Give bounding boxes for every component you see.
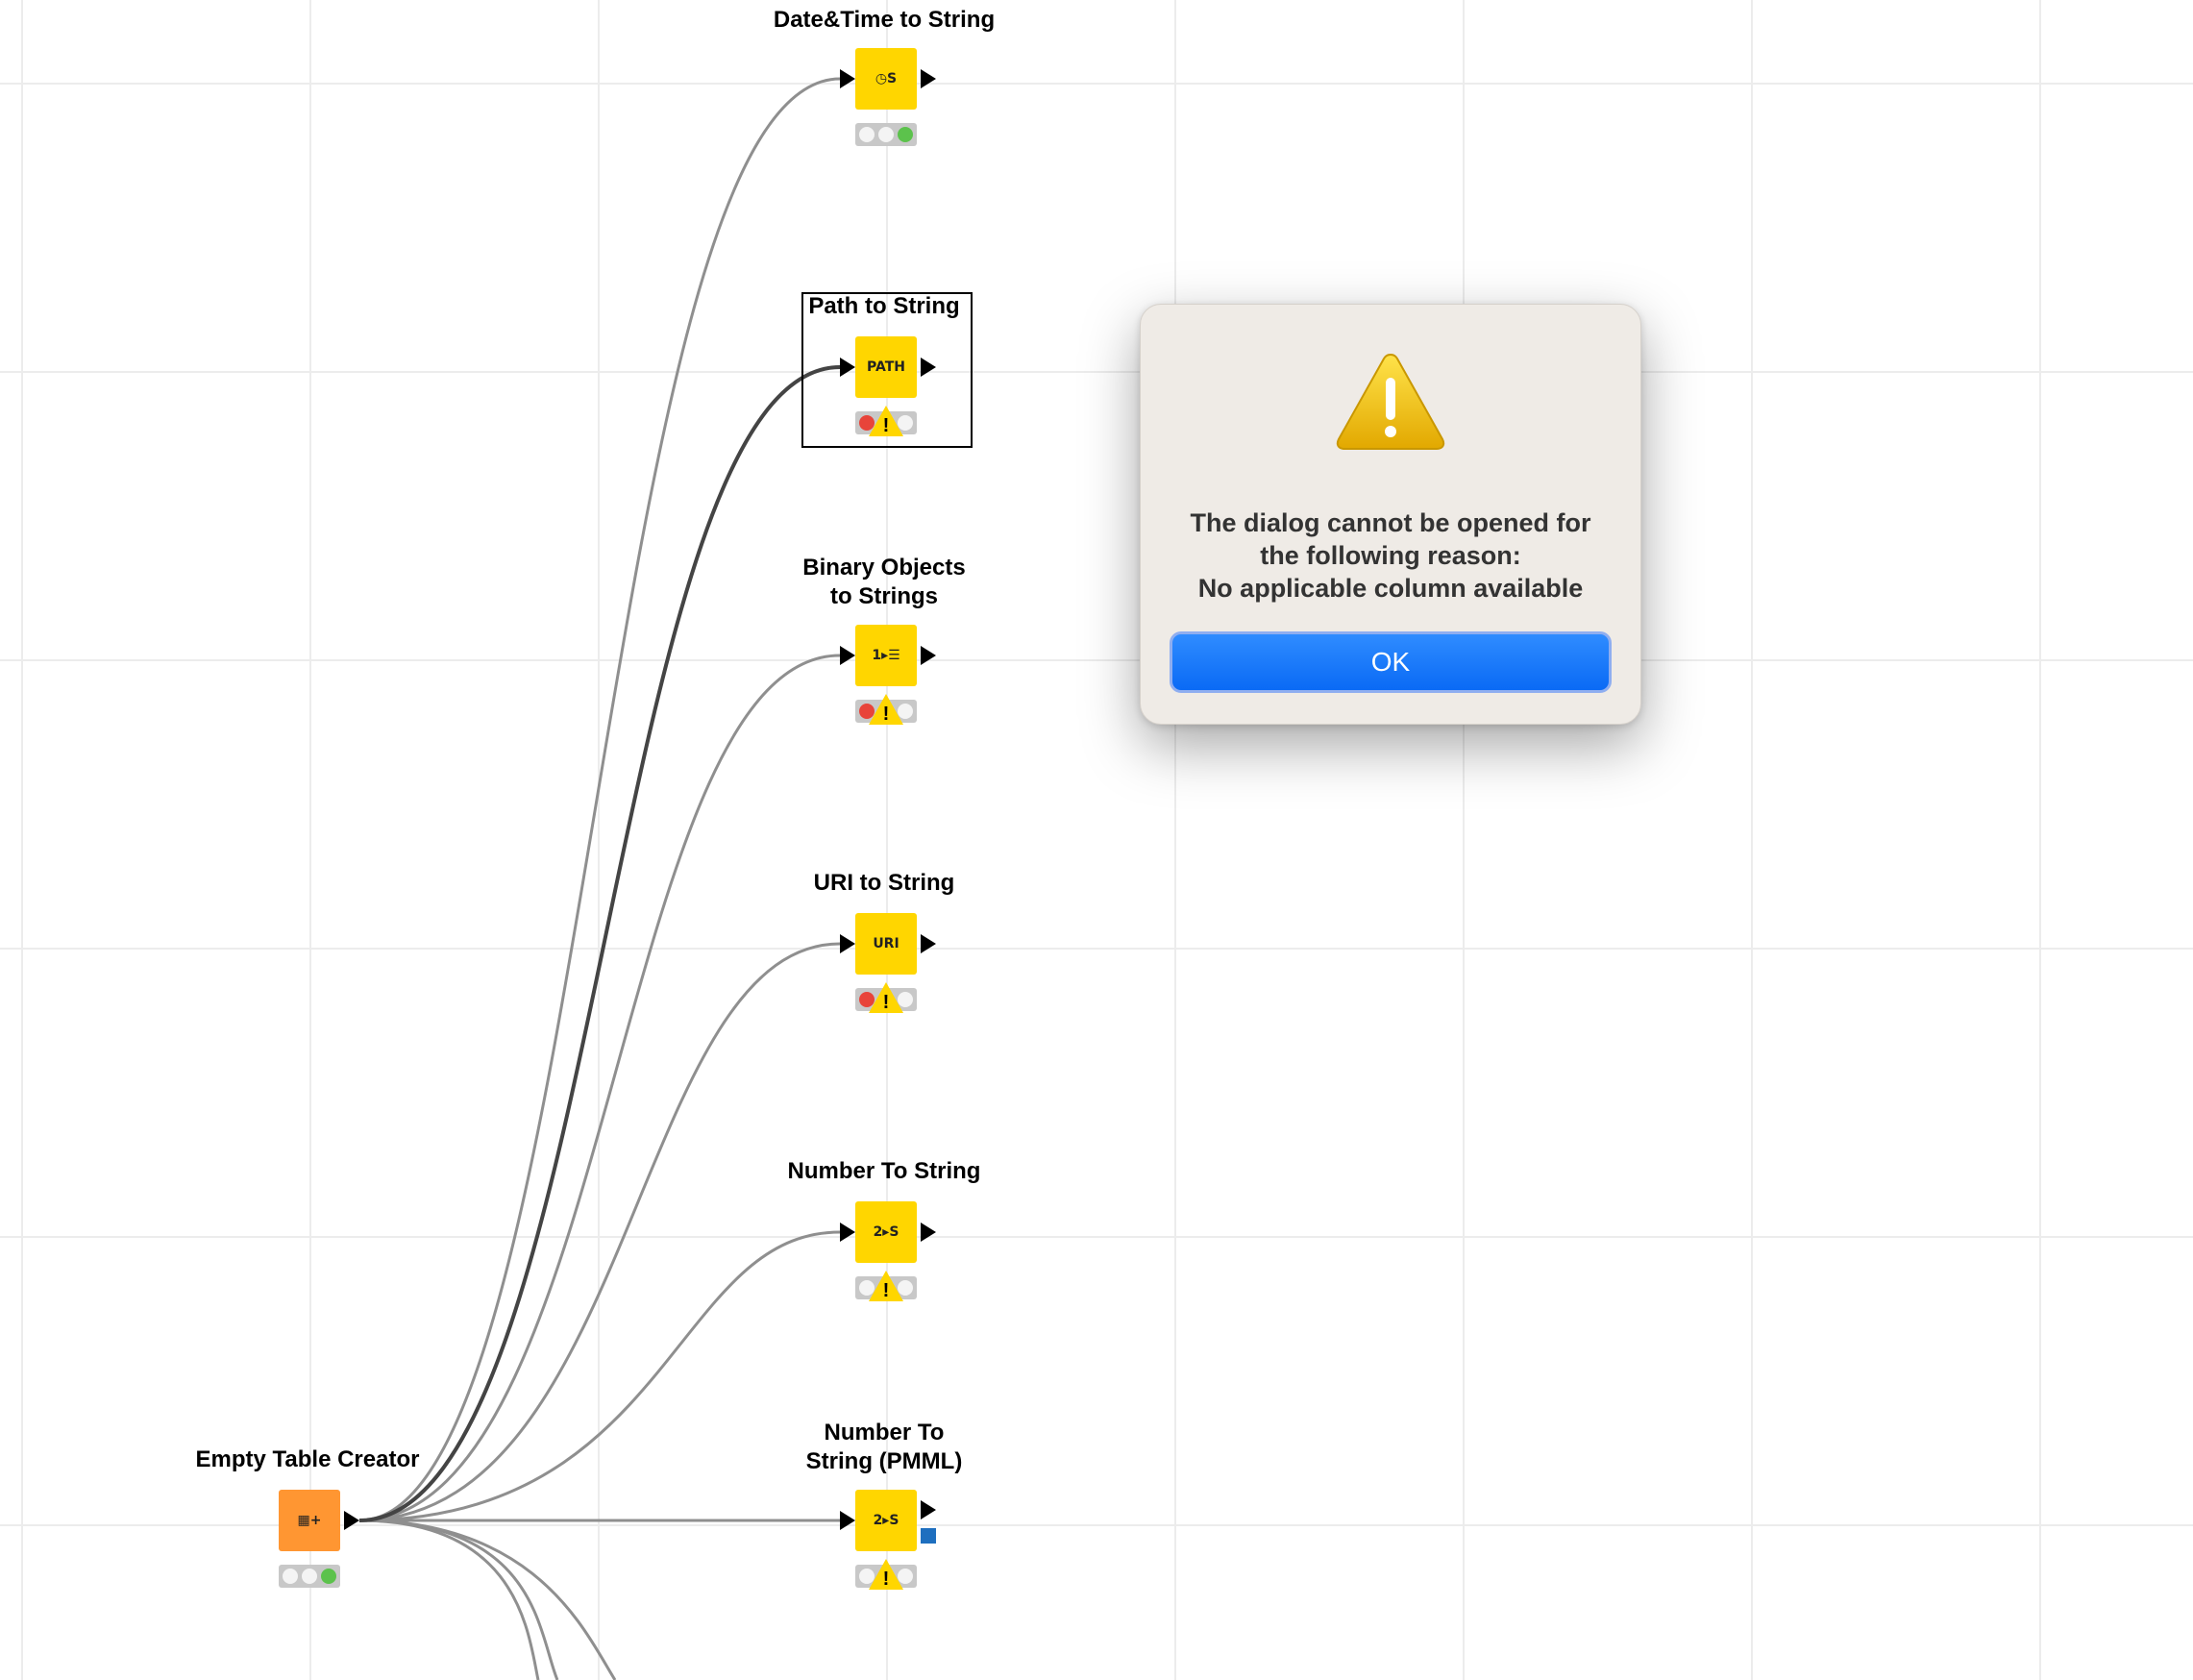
input-port[interactable] <box>840 69 855 88</box>
node-status-indicator <box>855 123 917 146</box>
warning-mark: ! <box>882 704 890 725</box>
status-light-yellow-off <box>878 127 894 142</box>
dialog-message-line-3: No applicable column available <box>1197 574 1584 603</box>
connection-layer <box>358 77 841 1680</box>
status-light-green-on <box>321 1569 336 1584</box>
node-label: Date&Time to String <box>773 7 996 33</box>
node-label: URI to String <box>813 870 955 896</box>
output-port[interactable] <box>921 358 936 377</box>
node-number-to-string[interactable]: Number To String 2▸S ! <box>788 1158 980 1365</box>
warning-mark: ! <box>882 992 890 1013</box>
number-to-string-icon[interactable]: 2▸S <box>855 1490 917 1551</box>
node-empty-table-creator[interactable]: Empty Table Creator ▦+ <box>196 1446 419 1653</box>
node-label-line-2: String (PMML) <box>805 1448 963 1474</box>
selected-connection-wire <box>358 365 841 1522</box>
output-port[interactable] <box>921 69 936 88</box>
node-path-to-string[interactable]: Path to String PATH ! <box>788 293 980 500</box>
connection-wire <box>358 1230 841 1522</box>
error-dialog: The dialog cannot be opened for the foll… <box>1140 304 1641 725</box>
input-port[interactable] <box>840 358 855 377</box>
output-port[interactable] <box>921 1223 936 1242</box>
input-port[interactable] <box>840 646 855 665</box>
status-light-yellow-off <box>302 1569 317 1584</box>
warning-mark: ! <box>882 1569 890 1590</box>
input-port[interactable] <box>840 934 855 953</box>
workflow-canvas[interactable]: Date&Time to String ◷S Path to String PA… <box>0 0 2193 1680</box>
status-light-red-off <box>859 127 875 142</box>
output-port[interactable] <box>921 934 936 953</box>
node-label: Empty Table Creator <box>195 1446 420 1472</box>
input-port[interactable] <box>840 1223 855 1242</box>
warning-mark: ! <box>882 1280 890 1301</box>
output-port[interactable] <box>921 1500 936 1519</box>
binary-to-string-icon[interactable]: 1▸☰ <box>855 625 917 686</box>
node-status-indicator <box>279 1565 340 1588</box>
node-binary-objects-to-strings[interactable]: Binary Objects to Strings 1▸☰ ! <box>788 555 980 788</box>
dialog-message-line-1: The dialog cannot be opened for <box>1190 508 1591 537</box>
node-label-line-1: Number To <box>824 1420 945 1445</box>
uri-to-string-icon[interactable]: URI <box>855 913 917 975</box>
warning-mark: ! <box>882 415 890 436</box>
pmml-output-port[interactable] <box>921 1528 936 1544</box>
node-number-to-string-pmml[interactable]: Number To String (PMML) 2▸S ! <box>788 1420 980 1653</box>
table-plus-icon[interactable]: ▦+ <box>279 1490 340 1551</box>
node-date-time-to-string[interactable]: Date&Time to String ◷S <box>774 7 995 211</box>
dialog-message: The dialog cannot be opened for the foll… <box>1160 506 1621 605</box>
clock-to-string-icon[interactable]: ◷S <box>855 48 917 110</box>
node-label: Path to String <box>808 293 960 319</box>
output-port[interactable] <box>921 646 936 665</box>
node-label-line-2: to Strings <box>830 583 938 609</box>
ok-button[interactable]: OK <box>1170 631 1612 693</box>
dialog-message-line-2: the following reason: <box>1260 541 1521 570</box>
node-uri-to-string[interactable]: URI to String URI ! <box>788 870 980 1076</box>
node-label-line-1: Binary Objects <box>802 555 966 581</box>
node-label: Number To String <box>787 1158 981 1184</box>
input-port[interactable] <box>840 1511 855 1530</box>
output-port[interactable] <box>344 1511 359 1530</box>
number-to-string-icon[interactable]: 2▸S <box>855 1201 917 1263</box>
warning-triangle-icon <box>1336 353 1445 450</box>
path-to-string-icon[interactable]: PATH <box>855 336 917 398</box>
status-light-red-off <box>283 1569 298 1584</box>
status-light-green-on <box>898 127 913 142</box>
